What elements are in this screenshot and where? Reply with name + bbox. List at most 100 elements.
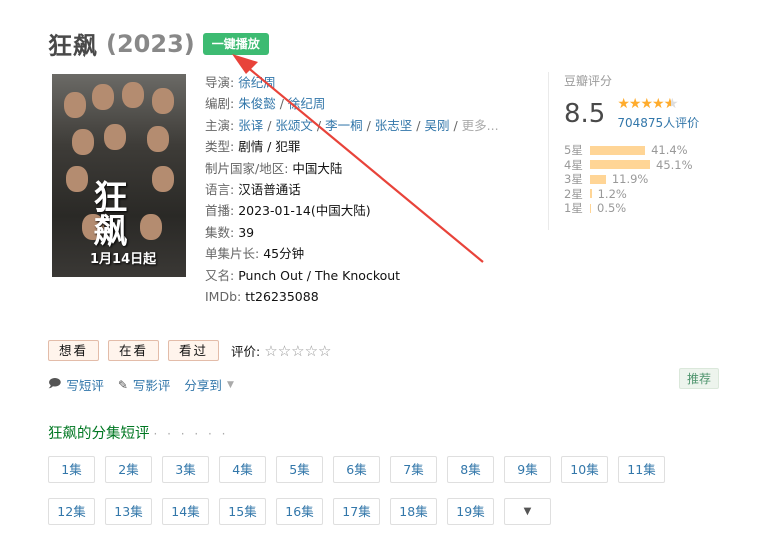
episode-button[interactable]: 2集: [105, 456, 152, 483]
director-label: 导演:: [205, 75, 235, 90]
pencil-icon: ✎: [117, 377, 128, 392]
rating-bar-fill: [590, 203, 591, 213]
episode-button[interactable]: 5集: [276, 456, 323, 483]
eval-stars-icon[interactable]: ☆☆☆☆☆: [264, 342, 331, 360]
director-row: 导演: 徐纪周: [205, 72, 525, 93]
info-block: 导演: 徐纪周 编剧: 朱俊懿 / 徐纪周 主演: 张译 / 张颂文 / 李一桐…: [205, 72, 525, 307]
episodes-value: 39: [238, 224, 255, 240]
eval-label: 评价:: [231, 344, 261, 359]
rating-bar-pct: 45.1%: [656, 157, 693, 172]
review-label: 写影评: [132, 378, 171, 393]
episode-button[interactable]: 19集: [447, 498, 494, 525]
genre-label: 类型:: [205, 139, 235, 155]
rating-bar-fill: [590, 160, 650, 170]
poster-date-text: 1月14日起: [90, 252, 157, 267]
watched-button[interactable]: 看过: [168, 340, 220, 361]
review-link[interactable]: ✎ 写影评: [118, 375, 171, 394]
chevron-down-icon: ▼: [226, 379, 234, 390]
episode-button[interactable]: 13集: [105, 498, 152, 525]
episode-button[interactable]: 16集: [276, 498, 323, 525]
poster-title-text: 狂飙: [87, 179, 127, 247]
genre-value: 剧情 / 犯罪: [238, 139, 301, 155]
episode-button[interactable]: 17集: [333, 498, 380, 525]
episode-button[interactable]: 3集: [162, 456, 209, 483]
episode-button[interactable]: 1集: [48, 456, 95, 483]
rating-bar-pct: 1.2%: [597, 186, 627, 201]
stars-block: ★★★★★★ 704875人评价: [617, 97, 699, 131]
episode-button[interactable]: 12集: [48, 498, 95, 525]
play-button[interactable]: 一键播放: [202, 32, 269, 55]
rating-bar-fill: [590, 145, 646, 155]
episode-button[interactable]: 18集: [390, 498, 437, 525]
rating-bar-label: 1星: [564, 201, 583, 216]
cast-link[interactable]: 张颂文: [275, 118, 313, 133]
language-label: 语言:: [205, 182, 235, 198]
cast-link[interactable]: 吴刚: [424, 118, 449, 133]
title-row: 狂飙 (2023) 一键播放: [48, 26, 269, 61]
episode-button[interactable]: 7集: [390, 456, 437, 483]
episode-button[interactable]: 15集: [219, 498, 266, 525]
runtime-value: 45分钟: [263, 246, 305, 262]
page-title: 狂飙: [48, 32, 98, 60]
episode-button[interactable]: 8集: [447, 456, 494, 483]
cast-label: 主演:: [205, 117, 235, 133]
rating-bar-pct: 41.4%: [651, 143, 688, 158]
episode-button[interactable]: 4集: [219, 456, 266, 483]
rating-score: 8.5: [564, 99, 606, 129]
rating-bar-pct: 0.5%: [597, 201, 627, 216]
imdb-row: IMDb: tt26235088: [205, 286, 525, 307]
cast-link[interactable]: 李一桐: [325, 118, 363, 133]
rating-title: 豆瓣评分: [564, 74, 613, 88]
episode-button[interactable]: 10集: [561, 456, 608, 483]
rating-bar-fill: [590, 174, 606, 184]
watching-button[interactable]: 在看: [108, 340, 160, 361]
action-row: 想看 在看 看过 评价: ☆☆☆☆☆: [48, 340, 332, 361]
cast-link[interactable]: 张志坚: [375, 118, 413, 133]
rating-panel: 豆瓣评分 8.5 ★★★★★★ 704875人评价 5星 41.4% 4星 45.1%…: [548, 72, 723, 230]
aka-label: 又名:: [205, 267, 235, 283]
episodes-row: 集数: 39: [205, 222, 525, 243]
episode-button[interactable]: 14集: [162, 498, 209, 525]
poster-image[interactable]: 狂飙 1月14日起: [52, 74, 186, 277]
runtime-label: 单集片长:: [205, 246, 260, 262]
director-link[interactable]: 徐纪周: [238, 75, 276, 90]
rating-bar-row: 2星 1.2%: [564, 187, 723, 202]
country-label: 制片国家/地区:: [205, 160, 289, 176]
episode-more-chevron-down-icon[interactable]: ▼: [504, 498, 551, 525]
rating-bar-row: 1星 0.5%: [564, 201, 723, 216]
rating-breakdown: 5星 41.4% 4星 45.1% 3星 11.9% 2星 1.2% 1星 0.5%: [564, 143, 723, 216]
rating-bar-row: 3星 11.9%: [564, 172, 723, 187]
aka-value: Punch Out / The Knockout: [238, 267, 401, 283]
share-link[interactable]: 分享到 ▼: [184, 375, 233, 394]
release-year: (2023): [106, 29, 195, 58]
imdb-label: IMDb:: [205, 289, 242, 305]
rating-count-link[interactable]: 704875人评价: [617, 114, 699, 131]
writer-link[interactable]: 徐纪周: [288, 96, 326, 111]
rating-stars-icon: ★★★★★★: [617, 96, 678, 112]
premiere-row: 首播: 2023-01-14(中国大陆): [205, 200, 525, 221]
writer-label: 编剧:: [205, 96, 235, 112]
runtime-row: 单集片长: 45分钟: [205, 243, 525, 264]
premiere-value: 2023-01-14(中国大陆): [238, 203, 371, 219]
genre-row: 类型: 剧情 / 犯罪: [205, 136, 525, 157]
cast-link[interactable]: 张译: [238, 118, 263, 133]
rating-bar-row: 5星 41.4%: [564, 143, 723, 158]
comment-icon: 🗩: [48, 376, 62, 390]
episode-grid: 1集 2集 3集 4集 5集 6集 7集 8集 9集 10集 11集 12集 13集 14集 15集 16集 1…: [48, 456, 688, 540]
recommend-button[interactable]: 推荐: [679, 368, 720, 389]
episodes-section-title: 狂飙的分集短评 · · · · · ·: [48, 422, 228, 443]
short-review-link[interactable]: 🗩 写短评: [48, 374, 104, 395]
episode-button[interactable]: 11集: [618, 456, 665, 483]
language-row: 语言: 汉语普通话: [205, 179, 525, 200]
episode-button[interactable]: 6集: [333, 456, 380, 483]
want-button[interactable]: 想看: [48, 340, 100, 361]
aka-row: 又名: Punch Out / The Knockout: [205, 265, 525, 286]
premiere-label: 首播:: [205, 203, 235, 219]
episode-button[interactable]: 9集: [504, 456, 551, 483]
country-row: 制片国家/地区: 中国大陆: [205, 158, 525, 179]
rating-bar-pct: 11.9%: [611, 172, 649, 187]
share-label: 分享到: [184, 378, 222, 393]
cast-more-link[interactable]: 更多...: [462, 118, 499, 133]
writer-row: 编剧: 朱俊懿 / 徐纪周: [205, 96, 326, 112]
writer-link[interactable]: 朱俊懿: [238, 96, 276, 111]
